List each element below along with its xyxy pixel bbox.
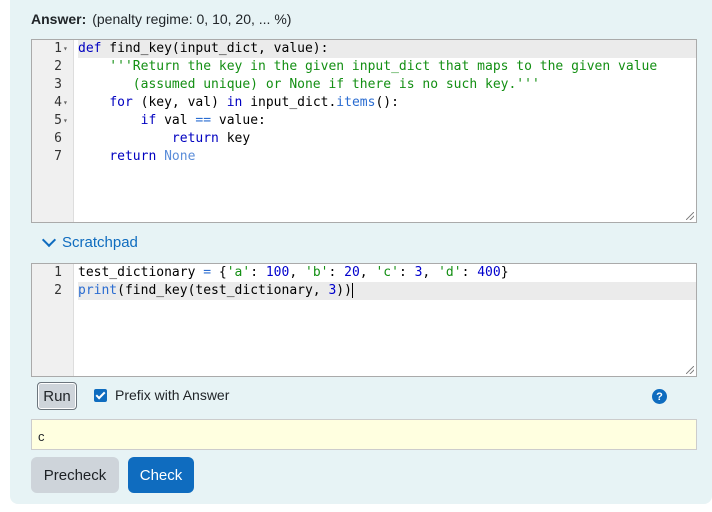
answer-label: Answer: xyxy=(31,11,87,27)
scratchpad-code-editor[interactable]: 12 test_dictionary = {'a': 100, 'b': 20,… xyxy=(31,263,697,377)
answer-gutter: 1 ▾ 2 3 4 ▾ 5 ▾ 6 7 xyxy=(32,40,74,222)
code-token: for xyxy=(109,95,133,110)
penalty-regime: (penalty regime: 0, 10, 20, ... %) xyxy=(92,11,292,27)
code-line[interactable]: def find_key(input_dict, value): xyxy=(78,40,696,58)
line-number: 1 xyxy=(54,265,62,280)
code-token: '''Return the key in the given input_dic… xyxy=(78,59,658,74)
scratchpad-gutter: 12 xyxy=(32,264,74,376)
code-token: in xyxy=(226,95,243,110)
answer-code-editor[interactable]: 1 ▾ 2 3 4 ▾ 5 ▾ 6 7 def find_key(input_dict, valu… xyxy=(31,39,697,223)
chevron-down-icon xyxy=(41,232,57,248)
code-token: , xyxy=(359,265,376,280)
code-token: value: xyxy=(211,113,266,128)
code-line[interactable]: (assumed unique) or None if there is no … xyxy=(78,76,696,94)
code-token: 'c' xyxy=(375,265,399,280)
code-token: : xyxy=(250,265,266,280)
fold-toggle-icon[interactable]: ▾ xyxy=(63,40,71,58)
code-line[interactable]: print(find_key(test_dictionary, 3)) xyxy=(78,282,696,300)
code-token: : xyxy=(328,265,345,280)
code-token: key xyxy=(218,131,251,146)
scratchpad-title: Scratchpad xyxy=(62,234,138,251)
line-number: 3 xyxy=(54,77,62,92)
line-number: 2 xyxy=(54,283,62,298)
code-line[interactable]: return key xyxy=(78,130,696,148)
fold-toggle-icon[interactable]: ▾ xyxy=(63,94,71,112)
code-token: (find_key(test_dictionary, xyxy=(117,283,329,298)
code-token: return xyxy=(171,131,219,146)
code-token: def xyxy=(78,41,102,56)
check-button[interactable]: Check xyxy=(128,457,194,493)
code-line[interactable]: '''Return the key in the given input_dic… xyxy=(78,58,696,76)
line-number: 7 xyxy=(54,149,62,164)
code-token: input_dict. xyxy=(242,95,337,110)
code-token: 400 xyxy=(477,265,501,280)
line-number: 2 xyxy=(54,59,62,74)
scratchpad-toggle[interactable]: Scratchpad xyxy=(41,232,138,251)
resize-handle[interactable] xyxy=(686,212,694,220)
code-token: test_dictionary xyxy=(78,265,204,280)
code-token: 'a' xyxy=(226,265,251,280)
code-token: , xyxy=(422,265,439,280)
code-token: } xyxy=(500,265,509,280)
scratchpad-toolbar: Run Prefix with Answer ? xyxy=(31,377,697,418)
code-token: , xyxy=(289,265,305,280)
code-token: (assumed unique) or None if there is no … xyxy=(78,77,540,92)
code-token: items xyxy=(336,95,376,110)
code-line[interactable]: test_dictionary = {'a': 100, 'b': 20, 'c… xyxy=(78,264,696,282)
code-token: 'd' xyxy=(438,265,462,280)
code-token: 'b' xyxy=(305,265,329,280)
code-token: { xyxy=(211,265,227,280)
line-number: 6 xyxy=(54,131,62,146)
help-icon[interactable]: ? xyxy=(652,389,667,404)
code-line[interactable]: return None xyxy=(78,148,696,166)
code-token: val xyxy=(156,113,196,128)
code-token: (): xyxy=(375,95,399,110)
text-cursor xyxy=(351,283,353,298)
code-token: None xyxy=(164,149,196,164)
code-line[interactable]: if val == value: xyxy=(78,112,696,130)
answer-header: Answer: (penalty regime: 0, 10, 20, ... %… xyxy=(31,11,291,27)
prefix-checkbox[interactable] xyxy=(94,388,107,402)
line-number: 4 xyxy=(54,95,62,110)
code-token: == xyxy=(195,113,212,128)
run-button[interactable]: Run xyxy=(37,382,77,410)
fold-toggle-icon[interactable]: ▾ xyxy=(63,112,71,130)
code-token: = xyxy=(203,265,212,280)
code-token: (key, val) xyxy=(132,95,227,110)
line-number: 1 xyxy=(54,41,62,56)
code-token: 100 xyxy=(265,265,290,280)
code-token: : xyxy=(398,265,415,280)
scratchpad-output: c xyxy=(31,419,697,450)
prefix-label: Prefix with Answer xyxy=(115,387,230,403)
code-token: print xyxy=(78,283,118,298)
code-token: if xyxy=(140,113,157,128)
code-token: return xyxy=(109,149,157,164)
precheck-button[interactable]: Precheck xyxy=(31,457,119,493)
line-number: 5 xyxy=(54,113,62,128)
code-token: )) xyxy=(336,283,352,298)
code-token: find_key(input_dict, value): xyxy=(101,41,329,56)
code-token: : xyxy=(461,265,478,280)
prefix-with-answer[interactable]: Prefix with Answer xyxy=(94,387,229,403)
code-line[interactable]: for (key, val) in input_dict.items(): xyxy=(78,94,696,112)
resize-handle[interactable] xyxy=(686,366,694,374)
code-token: 20 xyxy=(344,265,360,280)
